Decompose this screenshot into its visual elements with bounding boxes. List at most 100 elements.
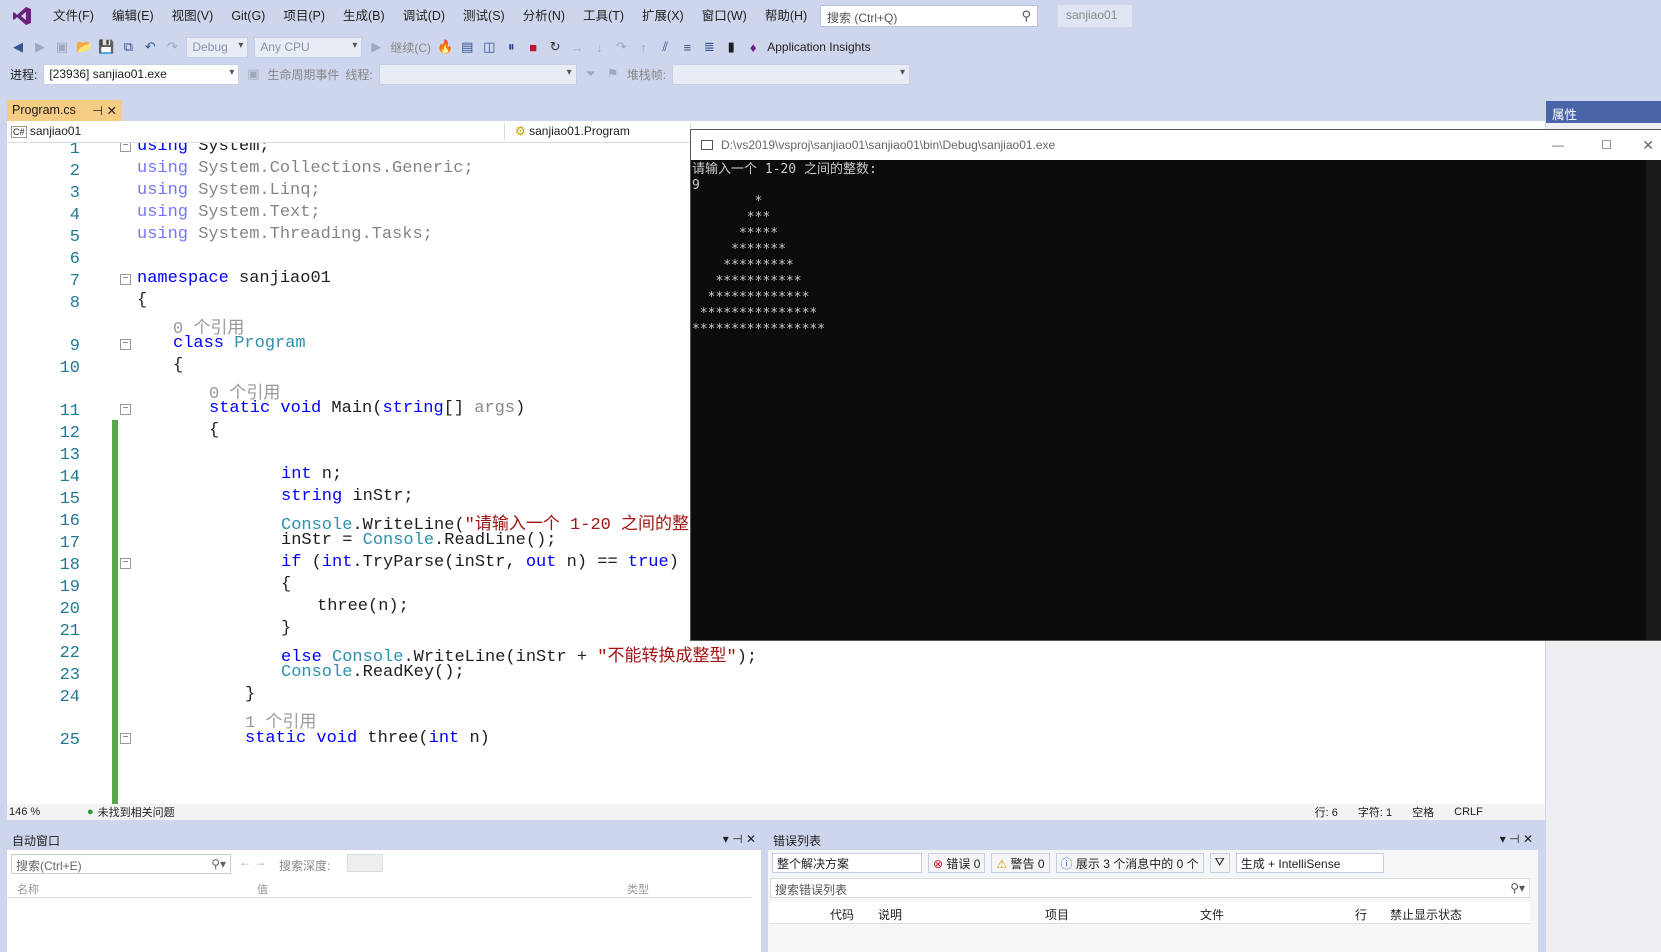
menu-file[interactable]: 文件(F) — [44, 0, 103, 32]
uncomment-icon[interactable]: ≣ — [701, 39, 717, 55]
filter-icon[interactable]: ⏷ — [583, 66, 599, 82]
configuration-select[interactable]: Debug — [186, 36, 249, 58]
save-all-icon[interactable]: ⧉ — [120, 39, 136, 55]
menu-test[interactable]: 测试(S) — [454, 0, 514, 32]
line-ending[interactable]: CRLF — [1454, 806, 1483, 818]
breakpoints-icon[interactable]: ⫽ — [657, 39, 673, 55]
stackframe-select[interactable] — [672, 63, 911, 85]
console-titlebar[interactable]: D:\vs2019\vsproj\sanjiao01\sanjiao01\bin… — [691, 130, 1661, 160]
continue-button[interactable]: 继续(C) — [390, 39, 431, 56]
column-file[interactable]: 文件 — [1200, 906, 1224, 923]
screenshot-icon[interactable]: ◫ — [481, 39, 497, 55]
folder-icon[interactable]: ▤ — [459, 39, 475, 55]
menu-analyze[interactable]: 分析(N) — [514, 0, 574, 32]
build-filter-select[interactable]: 生成 + IntelliSense — [1235, 853, 1384, 873]
continue-icon[interactable]: ▶ — [368, 39, 384, 55]
column-line[interactable]: 行 — [1355, 906, 1367, 923]
menu-tools[interactable]: 工具(T) — [574, 0, 633, 32]
issues-status[interactable]: 未找到相关问题 — [98, 804, 175, 820]
close-icon[interactable]: ⊣ ✕ — [92, 103, 117, 118]
column-project[interactable]: 项目 — [1045, 906, 1069, 923]
autos-search-input[interactable]: 搜索(Ctrl+E) ⚲▾ — [11, 854, 231, 874]
warnings-filter-button[interactable]: ⚠ 警告 0 — [991, 853, 1050, 873]
search-depth-select[interactable] — [347, 854, 383, 872]
search-input[interactable]: 搜索 (Ctrl+Q) ⚲ — [820, 5, 1038, 27]
visual-studio-logo-icon[interactable] — [0, 0, 44, 32]
stop-icon[interactable]: ■ — [525, 40, 541, 55]
menu-extensions[interactable]: 扩展(X) — [633, 0, 693, 32]
console-app-icon — [701, 140, 713, 150]
messages-filter-button[interactable]: ⓘ 展示 3 个消息中的 0 个 — [1055, 853, 1204, 873]
menu-debug[interactable]: 调试(D) — [394, 0, 454, 32]
messages-count: 展示 3 个消息中的 0 个 — [1075, 857, 1199, 871]
back-icon[interactable]: ◀ — [10, 39, 26, 55]
tab-program-cs[interactable]: Program.cs ⊣ ✕ — [7, 100, 122, 121]
indent-mode[interactable]: 空格 — [1412, 804, 1434, 820]
menu-project[interactable]: 项目(P) — [274, 0, 334, 32]
maximize-icon[interactable]: ☐ — [1601, 138, 1612, 152]
undo-icon[interactable]: ↶ — [142, 39, 158, 55]
thread-select[interactable] — [378, 63, 577, 85]
column-code[interactable]: 代码 — [830, 906, 854, 923]
back-arrow-icon[interactable]: ← → — [239, 855, 266, 869]
fold-toggle-icon[interactable]: − — [120, 733, 131, 744]
console-window[interactable]: D:\vs2019\vsproj\sanjiao01\sanjiao01\bin… — [690, 129, 1661, 641]
column-type[interactable]: 类型 — [627, 881, 649, 897]
line-number: 12 — [59, 424, 80, 443]
column-value[interactable]: 值 — [257, 881, 268, 897]
document-tab-strip — [0, 97, 1546, 120]
minimize-icon[interactable]: — — [1552, 138, 1564, 152]
menu-view[interactable]: 视图(V) — [163, 0, 223, 32]
step-over-icon[interactable]: ↷ — [613, 39, 629, 55]
tab-label: Program.cs — [12, 103, 76, 117]
menu-edit[interactable]: 编辑(E) — [103, 0, 163, 32]
step-into-icon[interactable]: ↓ — [591, 40, 607, 55]
close-icon[interactable]: ✕ — [1642, 137, 1654, 154]
new-item-icon[interactable]: ▣ — [54, 39, 70, 55]
column-suppression[interactable]: 禁止显示状态 — [1390, 906, 1462, 923]
project-select[interactable]: C# sanjiao01 — [7, 123, 505, 141]
comment-icon[interactable]: ≡ — [679, 40, 695, 55]
line-number: 5 — [69, 228, 80, 247]
fold-toggle-icon[interactable]: − — [120, 274, 131, 285]
platform-select[interactable]: Any CPU — [254, 36, 363, 58]
cursor-char: 字符: 1 — [1357, 807, 1393, 819]
line-number: 9 — [69, 337, 80, 356]
column-name[interactable]: 名称 — [17, 881, 39, 897]
panel-controls-icon[interactable]: ▾ ⊣ ✕ — [1500, 832, 1533, 848]
lifecycle-events-button[interactable]: 生命周期事件 — [267, 66, 339, 83]
column-description[interactable]: 说明 — [878, 906, 902, 923]
hot-reload-icon[interactable]: 🔥 — [437, 39, 453, 55]
menu-git[interactable]: Git(G) — [222, 0, 274, 32]
console-scrollbar[interactable] — [1646, 160, 1661, 640]
stackframe-label: 堆栈帧: — [626, 67, 667, 82]
step-out-icon[interactable]: ↑ — [635, 40, 651, 55]
menu-help[interactable]: 帮助(H) — [756, 0, 816, 32]
fold-toggle-icon[interactable]: − — [120, 143, 131, 152]
fold-toggle-icon[interactable]: − — [120, 404, 131, 415]
flag-icon[interactable]: ⚑ — [605, 66, 621, 82]
filter-icon[interactable]: ⛛ — [1209, 853, 1230, 873]
errorlist-search-input[interactable]: 搜索错误列表 ⚲▾ — [770, 878, 1530, 898]
menu-window[interactable]: 窗口(W) — [693, 0, 756, 32]
fold-toggle-icon[interactable]: − — [120, 339, 131, 350]
zoom-level[interactable]: 146 % — [7, 806, 67, 818]
redo-icon[interactable]: ↷ — [164, 39, 180, 55]
panel-controls-icon[interactable]: ▾ ⊣ ✕ — [723, 832, 756, 848]
errors-filter-button[interactable]: ⊗ 错误 0 — [928, 853, 986, 873]
pause-icon[interactable]: ⏸ — [503, 39, 519, 55]
class-select[interactable]: ⚙ sanjiao01.Program — [511, 123, 691, 141]
open-file-icon[interactable]: 📂 — [76, 39, 92, 55]
csharp-icon: C# — [11, 126, 27, 138]
scope-select[interactable]: 整个解决方案 — [772, 853, 922, 873]
fold-toggle-icon[interactable]: − — [120, 558, 131, 569]
code-line: using System.Linq; — [137, 181, 321, 200]
menu-build[interactable]: 生成(B) — [334, 0, 394, 32]
restart-icon[interactable]: ↻ — [547, 39, 563, 55]
show-next-statement-icon[interactable]: → — [569, 40, 585, 55]
forward-icon[interactable]: ▶ — [32, 39, 48, 55]
save-icon[interactable]: 💾 — [98, 39, 114, 55]
application-insights-button[interactable]: Application Insights — [767, 40, 870, 54]
bookmark-icon[interactable]: ▮ — [723, 39, 739, 55]
process-select[interactable]: [23936] sanjiao01.exe — [43, 63, 240, 85]
